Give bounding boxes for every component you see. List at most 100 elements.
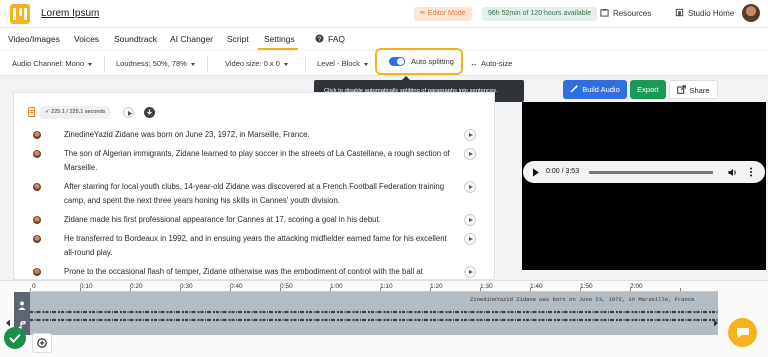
chat-button[interactable] (728, 318, 757, 347)
chevron-down-icon (363, 62, 368, 66)
editor-mode-badge[interactable]: ✏ Editor Mode (414, 7, 472, 21)
level-select[interactable]: Level - Block (317, 59, 368, 68)
play-paragraph-button[interactable] (464, 181, 476, 193)
tick-label: 1:30 (480, 283, 493, 290)
duration-badge: ✓ 225.1 / 225.1 seconds (40, 106, 111, 119)
speaker-avatar[interactable] (33, 150, 41, 158)
document-icon (28, 107, 35, 117)
timeline: 0 0:10 0:20 0:30 0:40 0:50 1:00 1:10 1:2… (0, 280, 768, 357)
tick-label: 1:20 (430, 283, 443, 290)
more-options-icon[interactable] (749, 167, 753, 177)
play-all-button[interactable] (123, 107, 134, 118)
add-track-button[interactable] (32, 333, 52, 353)
check-icon (9, 333, 21, 343)
tab-faq[interactable]: ? FAQ (315, 34, 345, 44)
script-paragraph[interactable]: ZinedineYazid Zidane was born on June 23… (64, 128, 459, 142)
audio-player[interactable]: 0:00 / 3:53 (523, 161, 765, 183)
player-progress[interactable] (589, 171, 713, 174)
tick-label: 0 (32, 283, 36, 290)
studio-home-link[interactable]: Studio Home (675, 8, 734, 18)
loudness-select[interactable]: Loudness: 50%, 78% (116, 59, 195, 68)
tick-label: 0:30 (180, 283, 193, 290)
waveform (30, 310, 718, 322)
tick-label: 0:10 (80, 283, 93, 290)
tab-voices[interactable]: Voices (74, 34, 99, 44)
speaker-avatar[interactable] (33, 235, 41, 243)
download-icon (147, 109, 152, 115)
hours-available-badge: 96h 52min of 120 hours available (482, 7, 598, 21)
play-paragraph-button[interactable] (464, 148, 476, 160)
divider (305, 56, 306, 72)
play-icon[interactable] (532, 168, 540, 177)
share-icon (677, 85, 687, 94)
play-paragraph-button[interactable] (464, 214, 476, 226)
audio-channel-select[interactable]: Audio Channel: Mono (12, 59, 93, 68)
tab-video-images[interactable]: Video/Images (8, 34, 60, 44)
track-caption: ZinedineYazid Zidane was born on June 23… (470, 296, 695, 303)
tick-label: 0:50 (280, 283, 293, 290)
toggle-switch[interactable] (389, 57, 405, 66)
script-paragraph[interactable]: He transferred to Bordeaux in 1992, and … (64, 232, 459, 260)
auto-size-toggle[interactable]: ↔ Auto-size (470, 59, 512, 68)
play-paragraph-button[interactable] (464, 129, 476, 141)
tab-soundtrack[interactable]: Soundtrack (114, 34, 157, 44)
audio-channel-label: Audio Channel: Mono (12, 59, 85, 68)
build-audio-button[interactable]: Build Audio (563, 80, 627, 99)
video-size-label: Video size: 0 x 0 (225, 59, 280, 68)
chevron-down-icon (88, 62, 93, 66)
faq-icon: ? (315, 34, 324, 43)
script-paragraph[interactable]: After starring for local youth clubs, 14… (64, 180, 459, 208)
home-icon (675, 8, 684, 17)
script-paragraph[interactable]: Zidane made his first professional appea… (64, 213, 459, 227)
time-ruler[interactable]: 0 0:10 0:20 0:30 0:40 0:50 1:00 1:10 1:2… (30, 281, 718, 292)
video-preview[interactable] (522, 102, 766, 270)
auto-size-label: Auto-size (481, 59, 513, 68)
player-time: 0:00 / 3:53 (546, 168, 580, 175)
svg-text:?: ? (318, 36, 322, 43)
resources-link[interactable]: Resources (600, 8, 651, 18)
tick-label: 2:00 (630, 283, 643, 290)
speaker-avatar[interactable] (33, 268, 41, 276)
loudness-label: Loudness: 50%, 78% (116, 59, 187, 68)
main-tabs: Video/Images Voices Soundtrack AI Change… (0, 28, 768, 50)
duration-label: 225.1 / 225.1 seconds (51, 109, 106, 115)
tick-label: 1:10 (380, 283, 393, 290)
share-button[interactable]: Share (669, 80, 718, 99)
volume-icon[interactable] (728, 168, 738, 177)
export-button[interactable]: Export (630, 80, 666, 99)
speaker-avatar[interactable] (33, 216, 41, 224)
play-paragraph-button[interactable] (464, 266, 476, 278)
top-bar: Lorem Ipsum ✏ Editor Mode 96h 52min of 1… (0, 0, 768, 28)
speaker-avatar[interactable] (33, 131, 41, 139)
resources-label: Resources (613, 9, 652, 18)
chevron-down-icon (283, 62, 288, 66)
tab-script[interactable]: Script (227, 34, 249, 44)
speaker-avatar[interactable] (33, 183, 41, 191)
tick-label: 0:20 (130, 283, 143, 290)
logo-icon[interactable] (10, 4, 30, 24)
tab-settings[interactable]: Settings (264, 34, 295, 44)
user-avatar[interactable] (742, 4, 760, 22)
chevron-down-icon (190, 62, 195, 66)
scroll-left-icon[interactable] (5, 319, 11, 327)
chat-icon (736, 327, 749, 338)
script-paragraph[interactable]: Prone to the occasional flash of temper,… (64, 265, 459, 279)
person-icon[interactable] (18, 301, 26, 310)
auto-splitting-label: Auto splitting (411, 57, 454, 66)
video-size-select[interactable]: Video size: 0 x 0 (225, 59, 288, 68)
play-icon (128, 111, 132, 116)
faq-label: FAQ (328, 34, 346, 44)
app-title[interactable]: Lorem Ipsum (41, 8, 99, 19)
confirm-button[interactable] (4, 327, 26, 349)
scroll-right-icon[interactable] (713, 319, 719, 327)
resources-icon (600, 8, 609, 17)
tab-ai-changer[interactable]: AI Changer (170, 34, 213, 44)
build-audio-label: Build Audio (582, 85, 620, 94)
play-paragraph-button[interactable] (464, 233, 476, 245)
auto-splitting-toggle[interactable]: Auto splitting (375, 48, 463, 75)
export-label: Export (637, 85, 659, 94)
download-button[interactable] (144, 107, 155, 118)
plus-icon (37, 338, 47, 348)
script-paragraph[interactable]: The son of Algerian immigrants, Zidane l… (64, 147, 459, 175)
audio-track[interactable]: ZinedineYazid Zidane was born on June 23… (30, 292, 718, 335)
